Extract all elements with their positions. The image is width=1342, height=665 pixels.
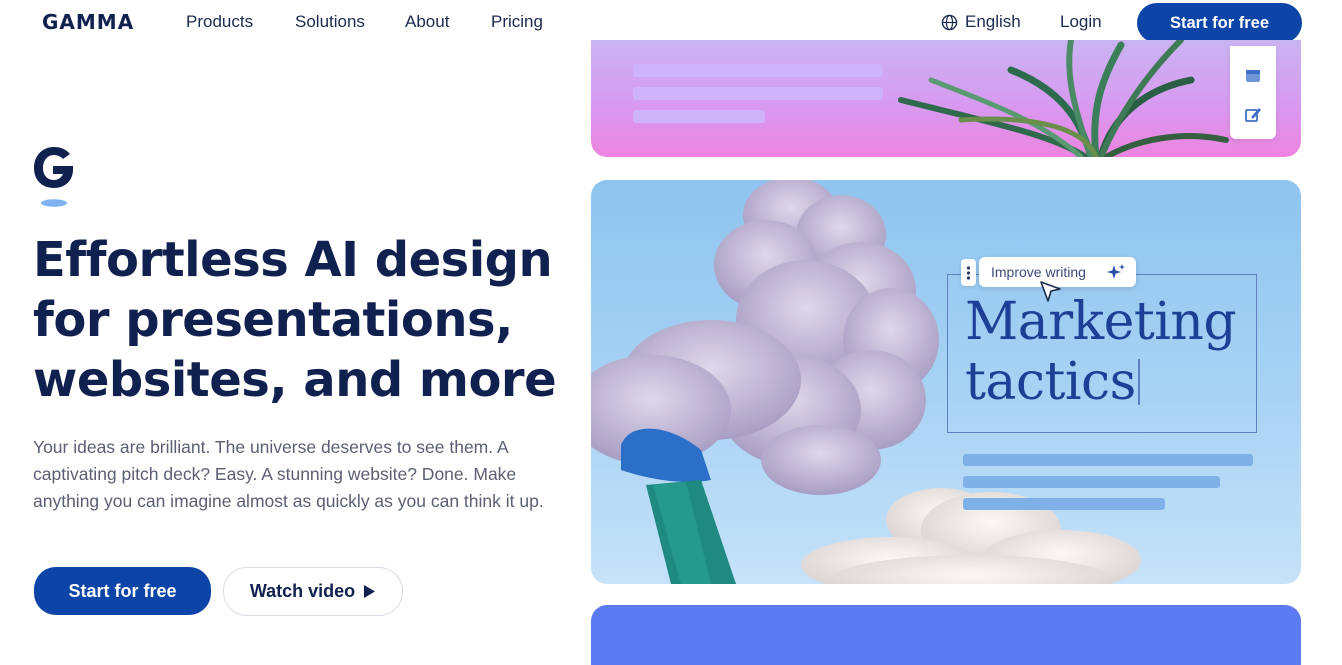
hero-title-line-1: Effortless AI design xyxy=(33,232,553,288)
improve-writing-label: Improve writing xyxy=(991,264,1086,280)
preview-heading: Marketing tactics xyxy=(965,292,1255,412)
side-toolbar xyxy=(1230,46,1276,139)
text-caret xyxy=(1137,359,1140,405)
edit-icon[interactable] xyxy=(1244,105,1262,123)
header-start-button[interactable]: Start for free xyxy=(1137,3,1302,43)
drag-handle-icon[interactable] xyxy=(961,259,976,286)
preview-heading-line-2: tactics xyxy=(965,352,1136,412)
nav-about[interactable]: About xyxy=(405,12,449,32)
hero-title: Effortless AI design for presentations, … xyxy=(33,230,573,410)
text-placeholder-bar xyxy=(963,454,1253,466)
language-label: English xyxy=(965,12,1021,31)
preview-heading-line-1: Marketing xyxy=(965,292,1237,352)
plant-illustration xyxy=(898,40,1229,157)
globe-icon xyxy=(941,14,958,30)
text-placeholder-bar xyxy=(633,110,765,123)
gamma-logo[interactable]: GAMMA xyxy=(42,10,134,34)
more-dots-icon xyxy=(966,266,971,280)
preview-card-bottom xyxy=(591,605,1301,665)
login-link[interactable]: Login xyxy=(1060,12,1102,32)
text-placeholder-bar xyxy=(633,64,883,77)
nav-solutions[interactable]: Solutions xyxy=(295,12,365,32)
hero-subtitle: Your ideas are brilliant. The universe d… xyxy=(33,437,544,511)
text-placeholder-bar xyxy=(963,498,1165,510)
hero-start-button[interactable]: Start for free xyxy=(34,567,211,615)
sparkle-icon xyxy=(1107,264,1125,279)
text-placeholder-bar xyxy=(963,476,1220,488)
nav-pricing[interactable]: Pricing xyxy=(491,12,543,32)
hero-title-line-3: websites, and more xyxy=(33,352,557,408)
nav-products[interactable]: Products xyxy=(186,12,253,32)
language-selector[interactable]: English xyxy=(941,12,1021,32)
preview-card-top xyxy=(591,40,1301,157)
text-placeholder-bar xyxy=(633,87,883,100)
card-layout-icon[interactable] xyxy=(1244,67,1262,85)
watch-video-label: Watch video xyxy=(249,581,356,601)
hero-title-line-2: for presentations, xyxy=(33,292,513,348)
watch-video-button[interactable]: Watch video xyxy=(223,567,403,616)
play-icon xyxy=(364,585,376,598)
gamma-g-icon xyxy=(34,147,73,207)
